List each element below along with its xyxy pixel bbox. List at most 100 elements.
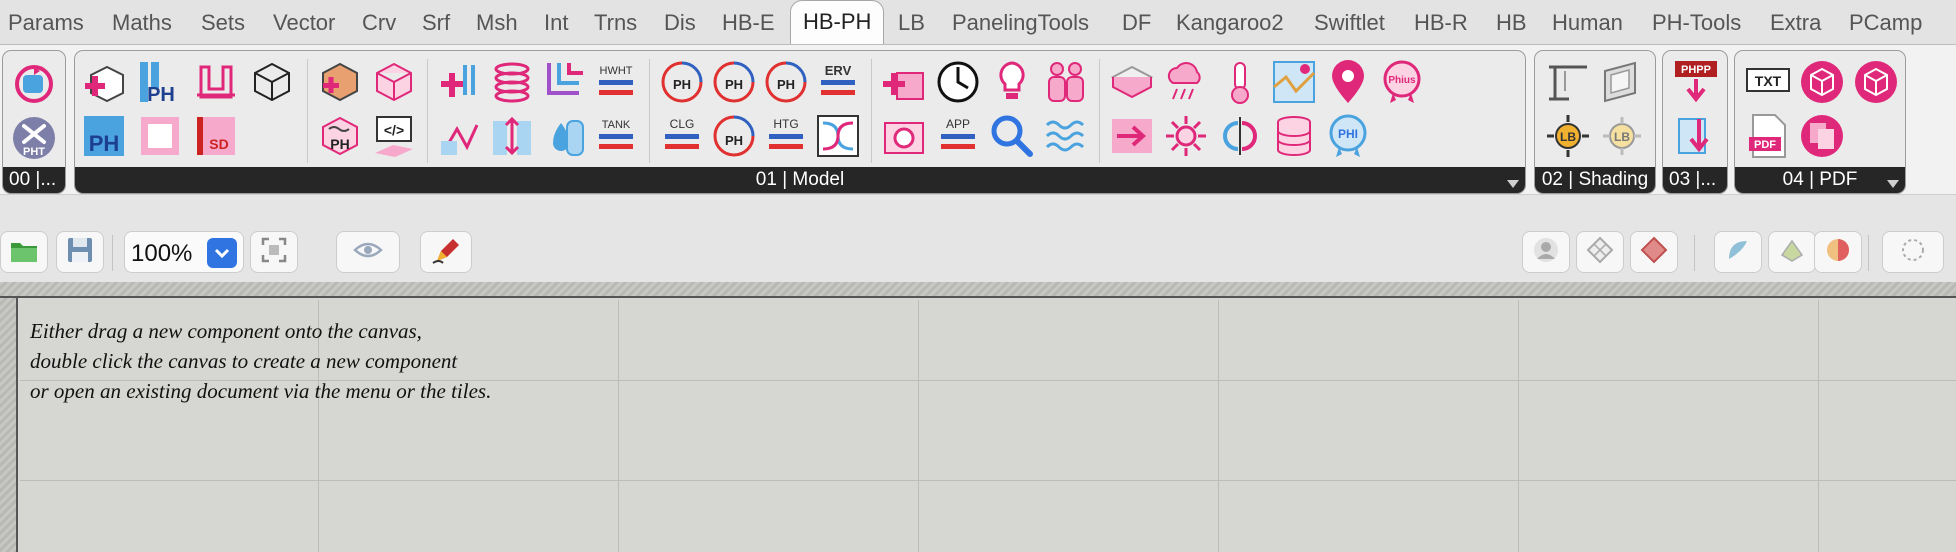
tab-ph-tools[interactable]: PH-Tools	[1652, 10, 1741, 36]
tab-sets[interactable]: Sets	[201, 10, 245, 36]
ph-tools-icon[interactable]: PHT	[11, 115, 57, 161]
code-icon[interactable]: </>	[371, 113, 417, 159]
sketch-button[interactable]	[420, 231, 472, 273]
tab-srf[interactable]: Srf	[422, 10, 450, 36]
overhang-icon[interactable]	[1545, 59, 1591, 105]
coil-icon[interactable]	[489, 59, 535, 105]
tab-hb-ph[interactable]: HB-PH	[790, 0, 885, 46]
hot-water-branch-icon[interactable]	[437, 113, 483, 159]
group-expand-icon[interactable]	[1887, 180, 1899, 188]
snowflake-ph-icon[interactable]: PH	[711, 59, 757, 105]
circle-button[interactable]	[1882, 231, 1944, 273]
group-02-label[interactable]: 02 | Shading	[1535, 167, 1655, 193]
tank-icon[interactable]: TANK	[593, 113, 639, 159]
group-00-label[interactable]: 00 |...	[3, 167, 65, 193]
schedule-clock-icon[interactable]	[935, 59, 981, 105]
add-equipment-icon[interactable]	[881, 59, 927, 105]
tab-hb-e[interactable]: HB-E	[722, 10, 775, 36]
heat-pump-ph-icon[interactable]: PH	[659, 59, 705, 105]
location-pin-icon[interactable]	[1325, 59, 1371, 105]
window-frame-icon[interactable]	[137, 113, 183, 159]
preview-blue-button[interactable]	[1714, 231, 1762, 273]
pink-box-icon[interactable]	[371, 59, 417, 105]
database-icon[interactable]	[1271, 113, 1317, 159]
tab-panelingtools[interactable]: PanelingTools	[952, 10, 1089, 36]
arrow-right-icon[interactable]	[1109, 113, 1155, 159]
hot-water-heater-icon[interactable]: HWHT	[593, 59, 639, 105]
pink-hex-box-2-icon[interactable]	[1853, 59, 1899, 105]
tab-kangaroo2[interactable]: Kangaroo2	[1176, 10, 1284, 36]
tab-params[interactable]: Params	[8, 10, 84, 36]
tab-human[interactable]: Human	[1552, 10, 1623, 36]
sun-gear-icon[interactable]	[1163, 113, 1209, 159]
tab-int[interactable]: Int	[544, 10, 568, 36]
occupants-icon[interactable]	[1043, 59, 1089, 105]
shading-device-icon[interactable]: SD	[193, 113, 239, 159]
pdf-icon[interactable]: PDF	[1745, 113, 1791, 159]
display-wire-button[interactable]	[1522, 231, 1570, 273]
pink-hex-box-icon[interactable]	[1799, 59, 1845, 105]
phius-badge-icon[interactable]: Phius	[1379, 59, 1425, 105]
appliance-camera-icon[interactable]	[881, 113, 927, 159]
tab-extra[interactable]: Extra	[1770, 10, 1821, 36]
erv-icon[interactable]: ERV	[815, 59, 861, 105]
create-room-icon[interactable]	[81, 59, 127, 105]
tab-maths[interactable]: Maths	[112, 10, 172, 36]
group-expand-icon[interactable]	[1507, 180, 1519, 188]
tab-msh[interactable]: Msh	[476, 10, 518, 36]
tab-hb-r[interactable]: HB-R	[1414, 10, 1468, 36]
ph-space-icon[interactable]: PH	[137, 59, 183, 105]
heat-cool-split-icon[interactable]	[1217, 113, 1263, 159]
group-04-label[interactable]: 04 | PDF	[1735, 167, 1905, 193]
cooling-icon[interactable]: CLG	[659, 113, 705, 159]
weather-rain-icon[interactable]	[1163, 59, 1209, 105]
pdf-merge-icon[interactable]	[1799, 113, 1845, 159]
tab-dis[interactable]: Dis	[664, 10, 696, 36]
display-shaded-button[interactable]	[1630, 231, 1678, 273]
frame-icon[interactable]	[193, 59, 239, 105]
phpp-import-icon[interactable]	[1673, 113, 1719, 159]
fin-panel-icon[interactable]	[1599, 59, 1645, 105]
lb-sun-icon[interactable]: LB	[1545, 113, 1591, 159]
add-pipe-icon[interactable]	[437, 59, 483, 105]
ph-blue-icon[interactable]: PH	[81, 113, 127, 159]
ventilation-ph-icon[interactable]: PH	[763, 59, 809, 105]
phi-badge-icon[interactable]: PHI	[1325, 113, 1371, 159]
site-map-icon[interactable]	[1271, 59, 1317, 105]
ph-material-icon[interactable]: PH	[317, 113, 363, 159]
tab-hb[interactable]: HB	[1496, 10, 1527, 36]
txt-icon[interactable]: TXT	[1745, 59, 1791, 105]
recirc-icon[interactable]	[489, 113, 535, 159]
heating-ph-icon[interactable]: PH	[711, 113, 757, 159]
grasshopper-canvas[interactable]: Either drag a new component onto the can…	[0, 282, 1956, 552]
preview-green-button[interactable]	[1768, 231, 1816, 273]
box-outline-icon[interactable]	[249, 59, 295, 105]
update-icon[interactable]	[11, 61, 57, 107]
airflow-waves-icon[interactable]	[1043, 113, 1089, 159]
tab-swiftlet[interactable]: Swiftlet	[1314, 10, 1385, 36]
zoom-select[interactable]: 100%	[124, 231, 244, 273]
thermometer-icon[interactable]	[1217, 59, 1263, 105]
construction-icon[interactable]	[317, 59, 363, 105]
preview-selected-button[interactable]	[1814, 231, 1862, 273]
ground-slab-icon[interactable]	[1109, 59, 1155, 105]
phpp-export-icon[interactable]: PHPP	[1673, 59, 1719, 105]
open-button[interactable]	[0, 231, 48, 273]
tab-pcamp[interactable]: PCamp	[1849, 10, 1922, 36]
lighting-bulb-icon[interactable]	[989, 59, 1035, 105]
chevron-down-icon[interactable]	[207, 238, 237, 268]
preview-toggle-button[interactable]	[336, 231, 400, 273]
heating-htg-icon[interactable]: HTG	[763, 113, 809, 159]
tab-lb[interactable]: LB	[898, 10, 925, 36]
lb-gear-icon[interactable]: LB	[1599, 113, 1645, 159]
tab-trns[interactable]: Trns	[594, 10, 637, 36]
display-mesh-button[interactable]	[1576, 231, 1624, 273]
save-button[interactable]	[56, 231, 104, 273]
group-01-label[interactable]: 01 | Model	[75, 167, 1525, 193]
pipe-bend-icon[interactable]	[541, 59, 587, 105]
tab-df[interactable]: DF	[1122, 10, 1151, 36]
appliance-icon[interactable]: APP	[935, 113, 981, 159]
search-icon[interactable]	[989, 113, 1035, 159]
water-tank-icon[interactable]	[541, 113, 587, 159]
zoom-extents-button[interactable]	[250, 231, 298, 273]
